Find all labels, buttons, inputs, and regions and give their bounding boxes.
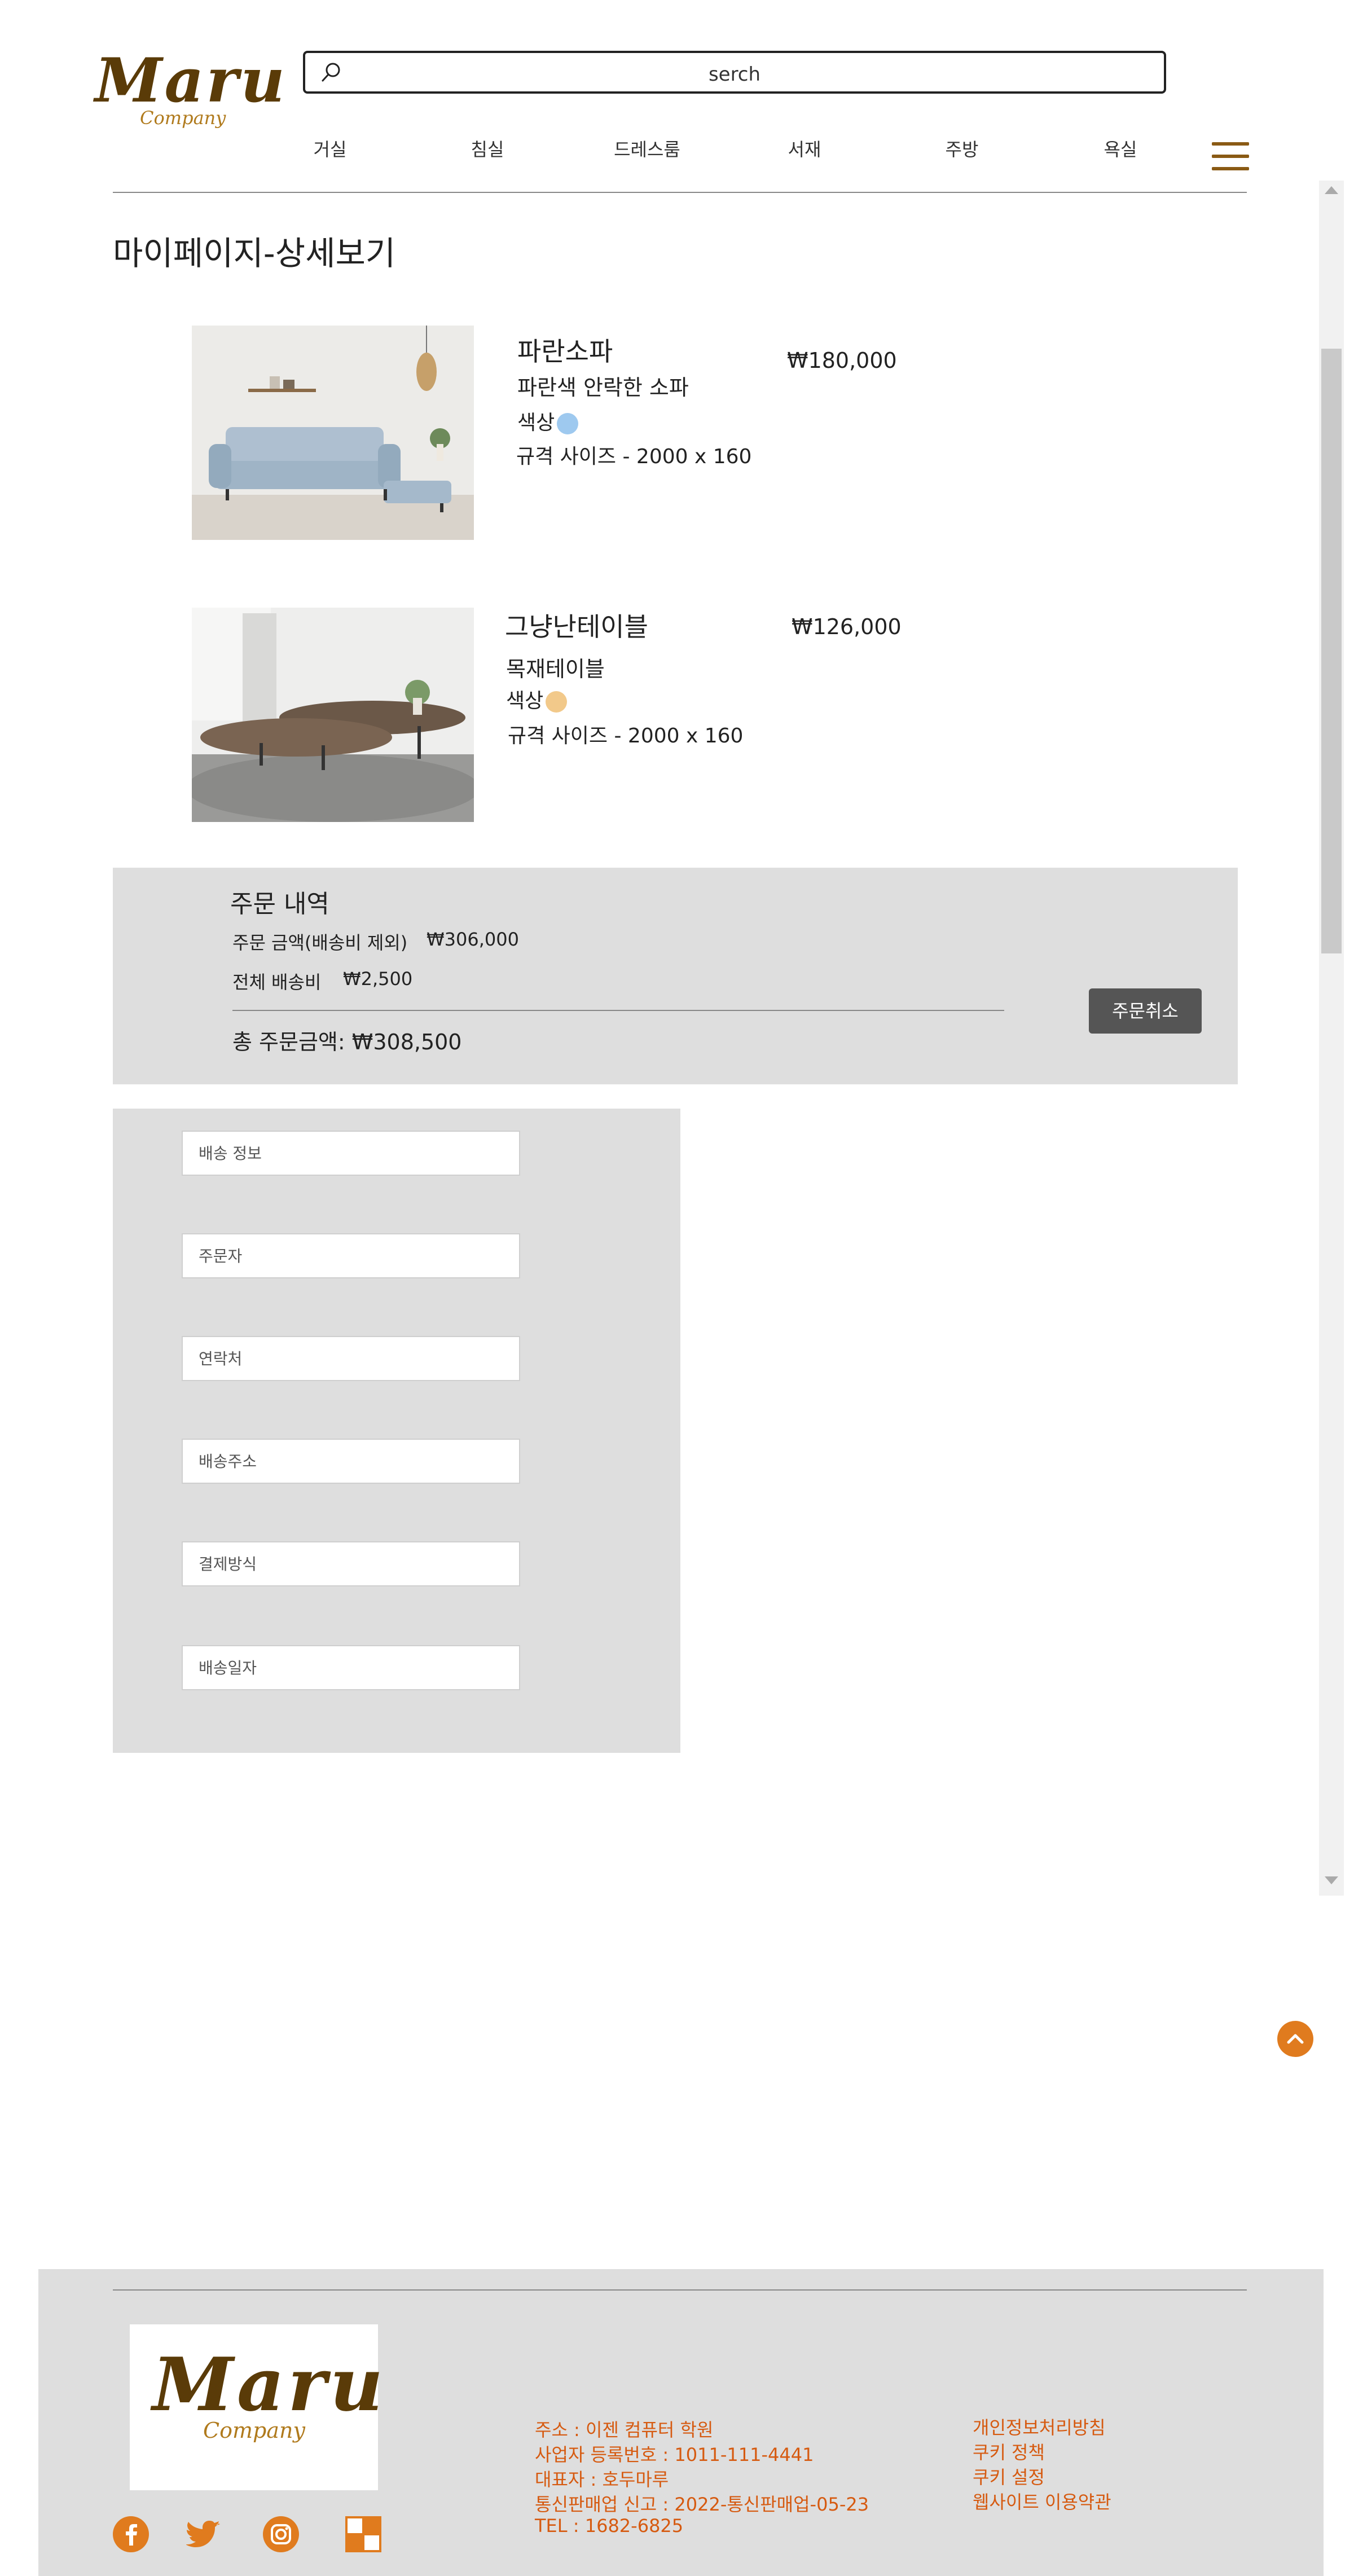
- product-name: 그냥난테이블: [505, 612, 648, 642]
- checker-icon[interactable]: [345, 2516, 381, 2552]
- footer-logo-wordmark: Maru: [152, 2341, 387, 2428]
- facebook-icon[interactable]: [113, 2516, 149, 2552]
- cancel-order-button[interactable]: 주문취소: [1089, 988, 1202, 1034]
- product-color-label: 색상: [517, 411, 555, 434]
- hamburger-menu-icon[interactable]: [1212, 142, 1249, 172]
- product-description: 목재테이블: [506, 657, 605, 682]
- scroll-top-icon: [1287, 2034, 1304, 2044]
- address-field[interactable]: [182, 1439, 520, 1484]
- footer-tel: TEL : 1682-6825: [535, 2515, 684, 2537]
- summary-divider: [232, 1010, 1004, 1011]
- product-description: 파란색 안락한 소파: [517, 375, 689, 400]
- nav-item-kitchen[interactable]: 주방: [917, 135, 1007, 161]
- footer-logo-subtitle: Company: [203, 2418, 305, 2443]
- footer-business-number: 사업자 등록번호 : 1011-111-4441: [535, 2444, 814, 2465]
- order-total: 총 주문금액: ₩308,500: [232, 1030, 462, 1054]
- instagram-icon[interactable]: [263, 2516, 299, 2552]
- subtotal-value: ₩306,000: [427, 929, 519, 950]
- footer-ceo: 대표자 : 호두마루: [535, 2469, 669, 2490]
- product-price: ₩126,000: [792, 614, 902, 639]
- search-bar[interactable]: serch: [303, 51, 1166, 94]
- footer-address: 주소 : 이젠 컴퓨터 학원: [535, 2419, 714, 2441]
- order-summary-title: 주문 내역: [230, 890, 329, 918]
- subtotal-label: 주문 금액(배송비 제외): [232, 932, 408, 953]
- page-title: 마이페이지-상세보기: [113, 234, 396, 272]
- color-swatch-blue: [557, 413, 579, 434]
- orderer-field[interactable]: [182, 1233, 520, 1278]
- product-image-sofa[interactable]: [192, 326, 474, 540]
- footer-link-terms[interactable]: 웹사이트 이용약관: [973, 2488, 1111, 2514]
- scroll-top-button[interactable]: [1277, 2021, 1313, 2057]
- scrollbar-thumb[interactable]: [1321, 349, 1342, 953]
- nav-item-study[interactable]: 서재: [759, 135, 850, 161]
- delivery-date-field[interactable]: [182, 1645, 520, 1690]
- twitter-icon[interactable]: [186, 2516, 222, 2552]
- product-color: 색상: [517, 406, 579, 436]
- product-color: 색상: [506, 684, 568, 714]
- nav-item-bathroom[interactable]: 욕실: [1075, 135, 1166, 161]
- product-image-table[interactable]: [192, 608, 474, 822]
- nav-item-bedroom[interactable]: 침실: [442, 135, 533, 161]
- color-swatch-beige: [546, 691, 568, 713]
- shipping-label: 전체 배송비: [232, 972, 322, 993]
- scroll-down-arrow-icon[interactable]: [1325, 1876, 1338, 1884]
- search-input-text[interactable]: serch: [305, 63, 1164, 86]
- footer-link-cookie-settings[interactable]: 쿠키 설정: [973, 2463, 1045, 2489]
- logo-subtitle: Company: [140, 107, 226, 129]
- payment-method-field[interactable]: [182, 1541, 520, 1586]
- footer-link-cookie-policy[interactable]: 쿠키 정책: [973, 2438, 1045, 2464]
- product-name: 파란소파: [517, 336, 613, 367]
- product-price: ₩180,000: [787, 348, 897, 373]
- footer-link-privacy[interactable]: 개인정보처리방침: [973, 2414, 1106, 2439]
- footer-divider: [113, 2289, 1247, 2291]
- scroll-up-arrow-icon[interactable]: [1325, 186, 1338, 194]
- header-divider: [113, 192, 1247, 193]
- logo[interactable]: Maru Company: [95, 45, 285, 135]
- product-color-label: 색상: [506, 689, 544, 713]
- delivery-info-field[interactable]: [182, 1131, 520, 1176]
- nav-item-dressroom[interactable]: 드레스룸: [602, 135, 692, 161]
- footer-logo[interactable]: Maru Company: [130, 2324, 383, 2490]
- nav-item-living-room[interactable]: 거실: [285, 135, 375, 161]
- footer-ecommerce-registration: 통신판매업 신고 : 2022-통신판매업-05-23: [535, 2494, 869, 2515]
- product-size: 규격 사이즈 - 2000 x 160: [508, 724, 744, 748]
- logo-wordmark: Maru: [95, 45, 287, 116]
- contact-field[interactable]: [182, 1336, 520, 1381]
- product-size: 규격 사이즈 - 2000 x 160: [516, 445, 752, 468]
- shipping-value: ₩2,500: [343, 968, 413, 990]
